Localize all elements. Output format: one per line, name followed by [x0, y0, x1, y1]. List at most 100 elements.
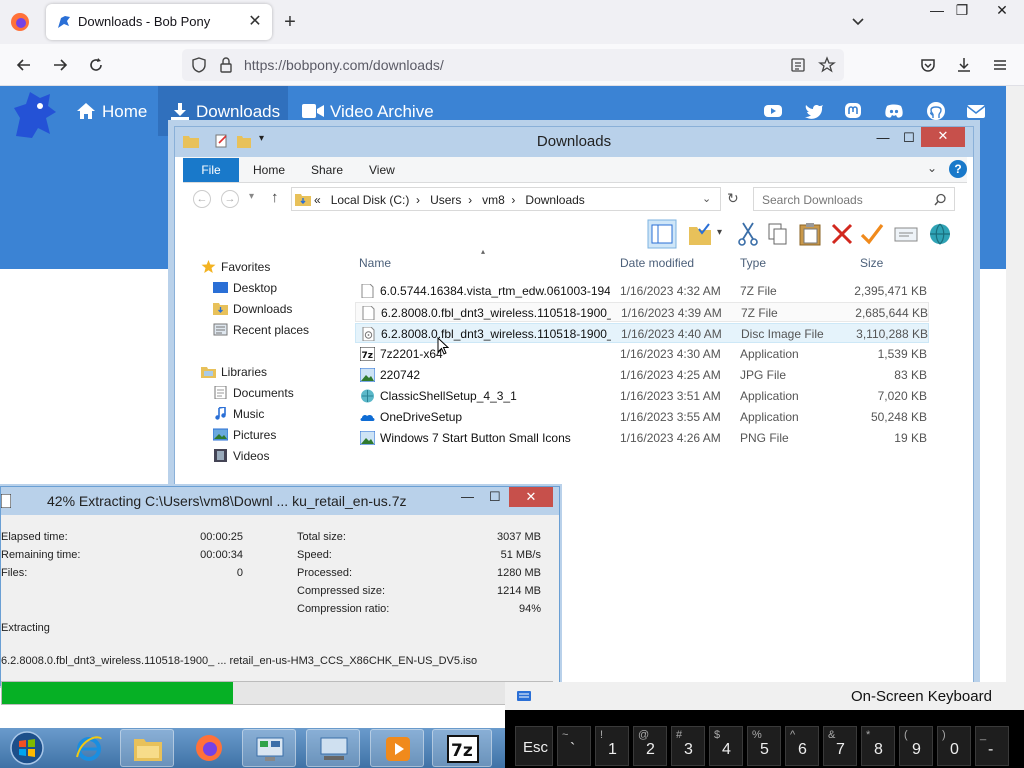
- osk-key[interactable]: ^ 6: [785, 726, 819, 766]
- file-row[interactable]: 6.2.8008.0.fbl_dnt3_wireless.110518-1900…: [355, 302, 929, 322]
- discord-icon[interactable]: [884, 101, 904, 121]
- osk-key[interactable]: @2: [633, 726, 667, 766]
- osk-key[interactable]: $4: [709, 726, 743, 766]
- address-bar[interactable]: « Local Disk (C:) › Users › vm8 › Downlo…: [291, 187, 721, 211]
- page-scrollbar[interactable]: [1006, 86, 1024, 686]
- url-text[interactable]: https://bobpony.com/downloads/: [244, 57, 444, 73]
- file-row[interactable]: Windows 7 Start Button Small Icons 1/16/2…: [355, 428, 929, 448]
- firefox-menu-icon[interactable]: [10, 12, 30, 32]
- 7zip-maximize-button[interactable]: ☐: [489, 489, 501, 505]
- file-row[interactable]: OneDriveSetup 1/16/2023 3:55 AM Applicatio…: [355, 407, 929, 427]
- paste-icon[interactable]: [797, 221, 823, 247]
- cut-icon[interactable]: [735, 221, 761, 247]
- file-row[interactable]: 220742 1/16/2023 4:25 AM JPG File 83 KB: [355, 365, 929, 385]
- osk-title-bar[interactable]: On-Screen Keyboard: [505, 682, 1024, 710]
- close-window-button[interactable]: ✕: [980, 0, 1024, 22]
- reload-icon[interactable]: [86, 55, 106, 75]
- explorer-minimize-button[interactable]: —: [869, 129, 897, 147]
- osk-key[interactable]: (9: [899, 726, 933, 766]
- 7zip-minimize-button[interactable]: —: [461, 489, 474, 504]
- ribbon-expand-icon[interactable]: ⌄: [927, 161, 937, 175]
- osk-key[interactable]: * 8: [861, 726, 895, 766]
- up-icon[interactable]: ↑: [271, 189, 279, 206]
- explorer-maximize-button[interactable]: ☐: [895, 129, 923, 147]
- taskbar-firefox[interactable]: [182, 729, 236, 767]
- speed-value: 51 MB/s: [500, 549, 541, 561]
- taskbar-file-explorer[interactable]: [120, 729, 174, 767]
- on-screen-keyboard: On-Screen Keyboard Esc ~ `! 1 @2 #3 $4% 5 ^ 6 & 7 *…: [505, 682, 1024, 768]
- url-bar[interactable]: https://bobpony.com/downloads/: [182, 49, 844, 81]
- address-path[interactable]: « Local Disk (C:) › Users › vm8 › Downlo…: [314, 193, 585, 207]
- 7zip-icon: 7z: [360, 347, 375, 361]
- 7zip-title-bar[interactable]: 42% Extracting C:\Users\vm8\Downl ... ku…: [1, 487, 559, 515]
- hamburger-menu-icon[interactable]: [990, 55, 1010, 75]
- downloads-icon[interactable]: [954, 55, 974, 75]
- delete-icon[interactable]: [829, 221, 855, 247]
- checkbox-folder-icon[interactable]: [687, 221, 713, 247]
- column-size[interactable]: Size: [860, 253, 883, 273]
- restore-window-button[interactable]: ❐: [945, 0, 979, 22]
- refresh-icon[interactable]: ↻: [727, 190, 739, 207]
- osk-key[interactable]: #3: [671, 726, 705, 766]
- rename-check-icon[interactable]: [859, 221, 885, 247]
- osk-key[interactable]: ~ `: [557, 726, 591, 766]
- svg-text:7z: 7z: [451, 741, 473, 761]
- reader-view-icon[interactable]: [790, 57, 806, 73]
- column-type[interactable]: Type: [740, 253, 766, 273]
- pocket-icon[interactable]: [918, 55, 938, 75]
- network-globe-icon[interactable]: [927, 221, 953, 247]
- osk-key[interactable]: % 5: [747, 726, 781, 766]
- osk-key[interactable]: ! 1: [595, 726, 629, 766]
- taskbar-control-panel[interactable]: [242, 729, 296, 767]
- column-date-modified[interactable]: Date modified: [620, 253, 694, 273]
- mastodon-icon[interactable]: [843, 101, 863, 121]
- tab-view[interactable]: View: [369, 163, 395, 177]
- tab-file[interactable]: File: [183, 158, 239, 182]
- copy-icon[interactable]: [765, 221, 791, 247]
- extract-status: Extracting: [1, 622, 50, 634]
- start-button-icon[interactable]: [8, 730, 46, 766]
- bookmark-star-icon[interactable]: [818, 56, 836, 74]
- twitter-icon[interactable]: [804, 101, 824, 121]
- back-icon[interactable]: [14, 55, 34, 75]
- help-icon[interactable]: ?: [949, 160, 967, 178]
- tab-share[interactable]: Share: [311, 163, 343, 177]
- taskbar-internet-explorer[interactable]: [62, 729, 116, 767]
- github-icon[interactable]: [926, 101, 946, 121]
- 7zip-close-button[interactable]: ✕: [509, 487, 553, 507]
- osk-key[interactable]: & 7: [823, 726, 857, 766]
- view-dropdown-icon[interactable]: ▾: [717, 227, 722, 238]
- youtube-icon[interactable]: [763, 101, 783, 121]
- video-icon: [302, 104, 324, 118]
- close-tab-icon[interactable]: ✕: [246, 13, 264, 31]
- properties-icon[interactable]: [893, 221, 919, 247]
- recent-locations-icon[interactable]: ▾: [249, 191, 254, 202]
- file-icon: [362, 306, 375, 320]
- preview-pane-icon[interactable]: [647, 219, 677, 249]
- back-icon[interactable]: ←: [193, 190, 211, 208]
- search-input[interactable]: Search Downloads: [753, 187, 955, 211]
- file-row[interactable]: ClassicShellSetup_4_3_1 1/16/2023 3:51 AM…: [355, 386, 929, 406]
- taskbar-7zip[interactable]: 7z: [432, 729, 492, 767]
- new-tab-icon[interactable]: +: [280, 12, 300, 32]
- forward-icon[interactable]: →: [221, 190, 239, 208]
- address-dropdown-icon[interactable]: ⌄: [702, 192, 711, 205]
- bobpony-logo-icon[interactable]: [10, 88, 60, 140]
- taskbar-media-player[interactable]: [370, 729, 424, 767]
- taskbar-on-screen-keyboard[interactable]: [306, 729, 360, 767]
- forward-icon[interactable]: [50, 55, 70, 75]
- lock-icon[interactable]: [218, 56, 234, 74]
- file-row[interactable]: 6.0.5744.16384.vista_rtm_edw.061003-194.…: [355, 281, 929, 301]
- chevron-down-icon[interactable]: [848, 12, 868, 32]
- shield-icon[interactable]: [190, 56, 208, 74]
- media-player-icon: [386, 737, 410, 761]
- browser-tab[interactable]: Downloads - Bob Pony ✕: [46, 4, 272, 40]
- column-name[interactable]: Name: [359, 253, 391, 273]
- email-icon[interactable]: [966, 101, 986, 121]
- osk-key[interactable]: ) 0: [937, 726, 971, 766]
- osk-key[interactable]: _ -: [975, 726, 1009, 766]
- explorer-title-bar[interactable]: ▾ Downloads — ☐ ✕: [175, 127, 973, 157]
- tab-home[interactable]: Home: [253, 163, 285, 177]
- explorer-close-button[interactable]: ✕: [921, 127, 965, 147]
- key-esc[interactable]: Esc: [515, 726, 553, 766]
